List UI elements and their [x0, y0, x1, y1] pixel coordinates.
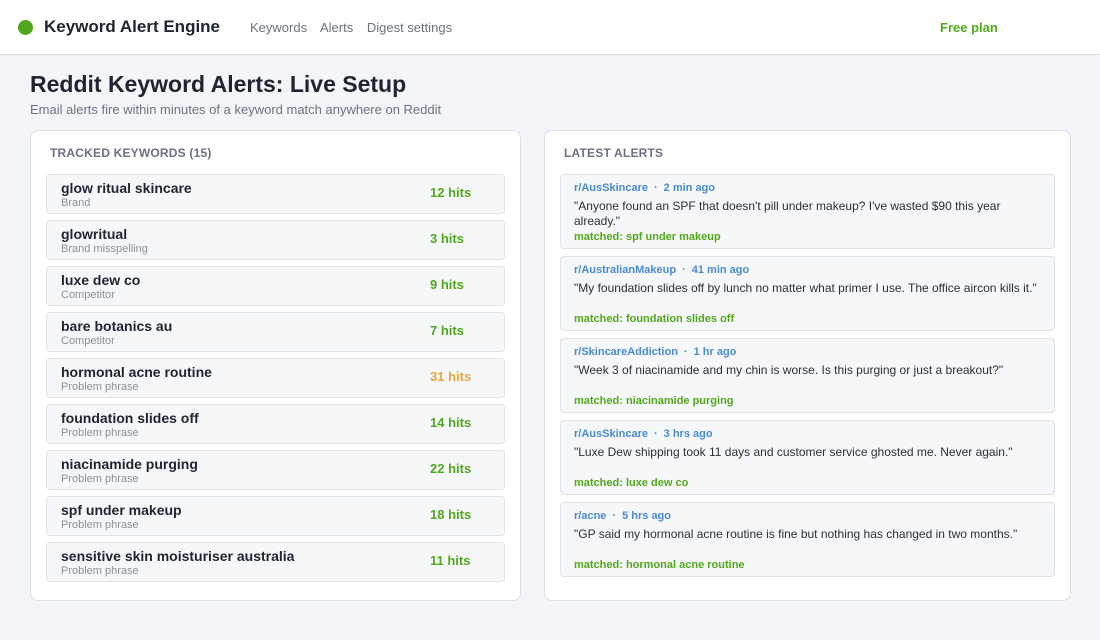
keyword-row[interactable]: bare botanics au Competitor 7 hits	[46, 312, 505, 352]
keyword-type: Brand misspelling	[61, 243, 148, 255]
alert-time: 5 hrs ago	[622, 510, 671, 522]
page-subtitle: Email alerts fire within minutes of a ke…	[30, 102, 442, 117]
keyword-term: luxe dew co	[61, 272, 141, 288]
keyword-hit-count: 22 hits	[430, 461, 472, 476]
plan-badge[interactable]: Free plan	[940, 20, 998, 35]
keyword-type: Problem phrase	[61, 427, 139, 439]
alert-subreddit[interactable]: r/AusSkincare	[574, 428, 648, 440]
alert-card[interactable]: r/AustralianMakeup · 41 min ago "My foundat…	[560, 256, 1055, 331]
keyword-list: glow ritual skincare Brand 12 hits glowritu…	[46, 174, 505, 588]
keyword-type: Brand	[61, 197, 91, 209]
keyword-type: Problem phrase	[61, 519, 139, 531]
keyword-hit-count: 12 hits	[430, 185, 472, 200]
alert-time: 2 min ago	[663, 182, 715, 194]
keyword-type: Problem phrase	[61, 473, 139, 485]
keyword-type: Competitor	[61, 289, 115, 301]
alert-card[interactable]: r/acne · 5 hrs ago "GP said my hormonal acn…	[560, 502, 1055, 577]
alert-quote: "My foundation slides off by lunch no ma…	[574, 281, 1037, 295]
alert-subreddit[interactable]: r/SkincareAddiction	[574, 346, 678, 358]
alert-match: matched: hormonal acne routine	[574, 559, 745, 571]
keyword-row[interactable]: foundation slides off Problem phrase 14 hi…	[46, 404, 505, 444]
app-name: Keyword Alert Engine	[44, 17, 221, 36]
alert-quote: "Anyone found an SPF that doesn't pill u…	[574, 199, 1001, 228]
meta-separator: ·	[682, 264, 686, 276]
page-title: Reddit Keyword Alerts: Live Setup	[30, 71, 407, 97]
keyword-term: spf under makeup	[61, 502, 182, 518]
alert-quote: "Luxe Dew shipping took 11 days and cust…	[574, 445, 1013, 459]
alert-meta: r/AusSkincare · 3 hrs ago	[574, 428, 713, 440]
keyword-hit-count: 7 hits	[430, 323, 464, 338]
nav-digest-settings[interactable]: Digest settings	[367, 20, 452, 35]
meta-separator: ·	[653, 182, 658, 194]
alert-subreddit[interactable]: r/AustralianMakeup	[574, 264, 676, 276]
alert-meta: r/AusSkincare · 2 min ago	[574, 182, 715, 194]
keyword-row[interactable]: hormonal acne routine Problem phrase 31 hi…	[46, 358, 505, 398]
alert-quote: "Week 3 of niacinamide and my chin is wo…	[574, 363, 1004, 377]
keyword-term: foundation slides off	[61, 410, 199, 426]
keyword-row[interactable]: sensitive skin moisturiser australia Prob…	[46, 542, 505, 582]
alert-time: 1 hr ago	[693, 346, 737, 358]
keyword-row[interactable]: niacinamide purging Problem phrase 22 hits	[46, 450, 505, 490]
keyword-hit-count: 9 hits	[430, 277, 464, 292]
keyword-term: bare botanics au	[61, 318, 173, 334]
keyword-hit-count: 31 hits	[430, 369, 472, 384]
keyword-type: Problem phrase	[61, 565, 139, 577]
alert-card[interactable]: r/SkincareAddiction · 1 hr ago "Week 3 of n…	[560, 338, 1055, 413]
status-dot-icon	[18, 20, 33, 35]
keyword-type: Competitor	[61, 335, 115, 347]
alert-card[interactable]: r/AusSkincare · 3 hrs ago "Luxe Dew shippin…	[560, 420, 1055, 495]
keyword-hit-count: 11 hits	[430, 553, 471, 568]
alert-quote: "GP said my hormonal acne routine is fin…	[574, 527, 1018, 541]
keyword-hit-count: 18 hits	[430, 507, 472, 522]
alert-match: matched: spf under makeup	[574, 231, 721, 243]
keyword-row[interactable]: glow ritual skincare Brand 12 hits	[46, 174, 505, 214]
alert-subreddit[interactable]: r/acne	[574, 510, 606, 522]
keywords-heading: TRACKED KEYWORDS (15)	[50, 146, 212, 160]
alerts-heading: LATEST ALERTS	[564, 146, 664, 160]
keyword-term: niacinamide purging	[61, 456, 198, 472]
alert-time: 3 hrs ago	[663, 428, 713, 440]
alert-meta: r/SkincareAddiction · 1 hr ago	[574, 346, 736, 358]
meta-separator: ·	[683, 346, 688, 358]
keywords-panel: TRACKED KEYWORDS (15) glow ritual skinca…	[30, 130, 521, 601]
keyword-type: Problem phrase	[61, 381, 139, 393]
top-bar: Keyword Alert Engine Keywords Alerts Dig…	[0, 0, 1100, 55]
alerts-panel: LATEST ALERTS r/AusSkincare · 2 min ago "An…	[544, 130, 1071, 601]
keyword-row[interactable]: luxe dew co Competitor 9 hits	[46, 266, 505, 306]
nav-alerts[interactable]: Alerts	[320, 20, 353, 35]
keyword-row[interactable]: spf under makeup Problem phrase 18 hits	[46, 496, 505, 536]
alert-match: matched: foundation slides off	[574, 313, 735, 325]
alert-time: 41 min ago	[691, 264, 750, 276]
keyword-hit-count: 3 hits	[430, 231, 464, 246]
meta-separator: ·	[612, 510, 617, 522]
keyword-term: glow ritual skincare	[61, 180, 192, 196]
meta-separator: ·	[653, 428, 658, 440]
alert-list: r/AusSkincare · 2 min ago "Anyone found an …	[560, 174, 1055, 584]
keyword-row[interactable]: glowritual Brand misspelling 3 hits	[46, 220, 505, 260]
nav-keywords[interactable]: Keywords	[250, 20, 307, 35]
alert-meta: r/acne · 5 hrs ago	[574, 510, 671, 522]
alert-match: matched: luxe dew co	[574, 477, 689, 489]
keyword-term: hormonal acne routine	[61, 364, 212, 380]
keyword-term: glowritual	[61, 226, 128, 242]
main-nav: Keywords Alerts Digest settings	[250, 20, 462, 35]
alert-card[interactable]: r/AusSkincare · 2 min ago "Anyone found an …	[560, 174, 1055, 249]
alert-meta: r/AustralianMakeup · 41 min ago	[574, 264, 749, 276]
keyword-hit-count: 14 hits	[430, 415, 472, 430]
alert-match: matched: niacinamide purging	[574, 395, 734, 407]
keyword-term: sensitive skin moisturiser australia	[61, 548, 295, 564]
alert-subreddit[interactable]: r/AusSkincare	[574, 182, 648, 194]
